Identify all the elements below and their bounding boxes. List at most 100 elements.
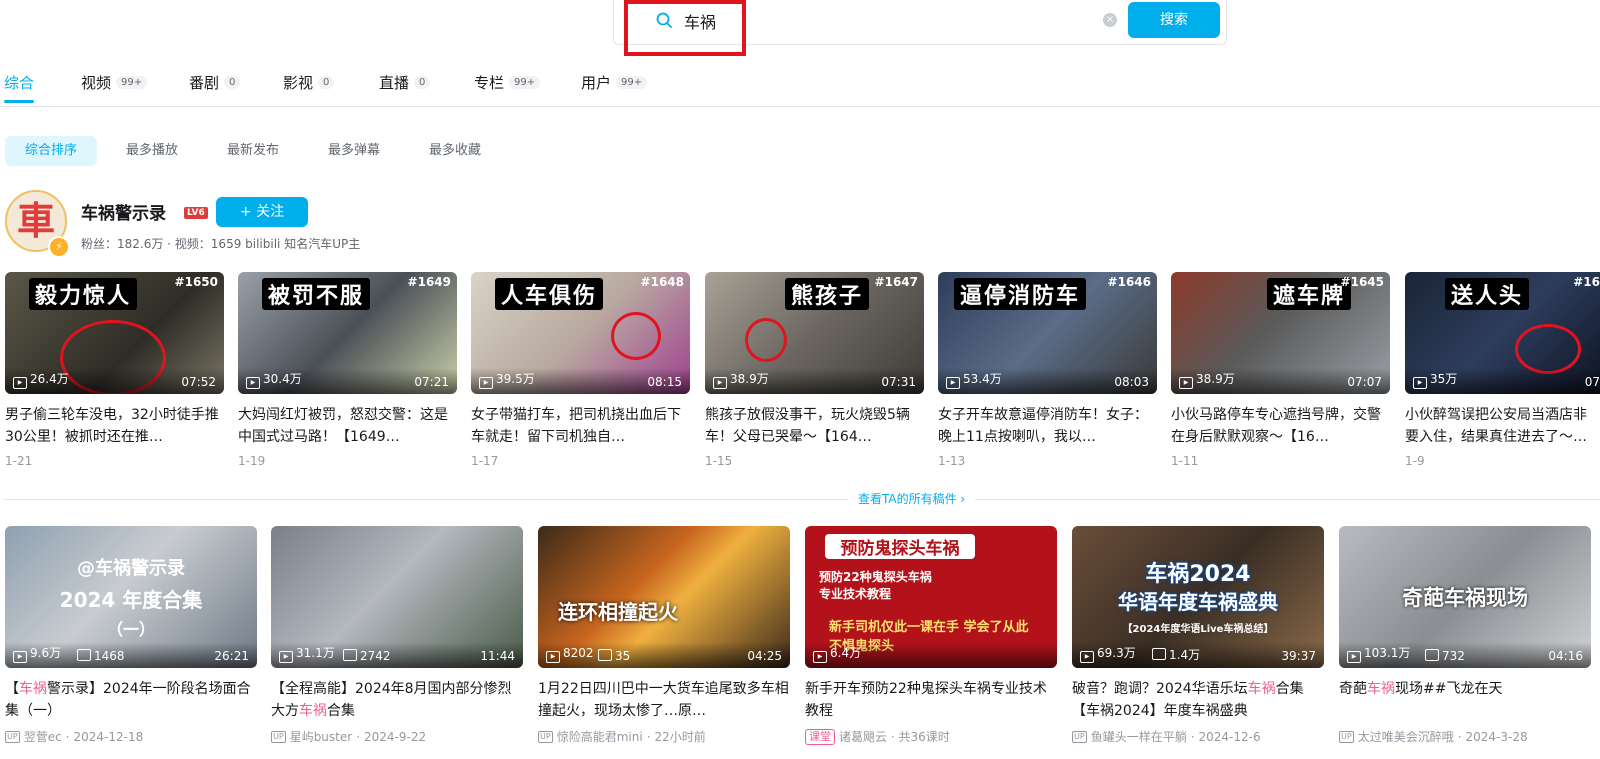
play-count: ▶ 6.4万 — [813, 644, 861, 663]
thumbnail-stats: ▶ 8202 35 04:25 — [538, 642, 790, 668]
search-button[interactable]: 搜索 — [1128, 2, 1220, 38]
annotation-circle — [745, 318, 787, 362]
thumbnail-caption: 华语年度车祸盛典 — [1118, 590, 1278, 614]
danmaku-count-value: 35 — [615, 649, 631, 663]
video-card[interactable]: 车祸2024 华语年度车祸盛典 【2024年度华语Live车祸总结】 ▶ 69.3… — [1072, 526, 1324, 745]
tab-all[interactable]: 综合 — [4, 72, 34, 93]
thumbnail-stats: ▶ 69.3万 1.4万 39:37 — [1072, 642, 1324, 668]
video-card[interactable]: 熊孩子 #1647 ▶ 38.9万 07:31 熊孩子放假没事干，玩火烧毁5辆车！… — [705, 272, 924, 468]
video-title[interactable]: 【全程高能】2024年8月国内部分惨烈大方车祸合集 — [271, 678, 523, 722]
video-card[interactable]: @车祸警示录 2024 年度合集 （一） ▶ 9.6万 1468 26:21 【车… — [5, 526, 257, 745]
author-name[interactable]: 翌菅ec — [24, 728, 62, 745]
video-thumbnail[interactable]: 毅力惊人 #1650 ▶ 26.4万 07:52 — [5, 272, 224, 394]
tab-live[interactable]: 直播 0 — [379, 72, 431, 93]
tab-movie[interactable]: 影视 0 — [283, 72, 335, 93]
tab-label: 专栏 — [474, 74, 505, 92]
video-title[interactable]: 女子开车故意逼停消防车！女子：晚上11点按喇叭，我以… — [938, 404, 1157, 448]
video-card[interactable]: 人车俱伤 #1648 ▶ 39.5万 08:15 女子带猫打车，把司机挠出血后下车… — [471, 272, 690, 468]
video-title[interactable]: 小伙马路停车专心遮挡号牌，交警在身后默默观察～【16… — [1171, 404, 1390, 448]
duration: 08:15 — [647, 375, 682, 389]
video-thumbnail[interactable]: 车祸2024 华语年度车祸盛典 【2024年度华语Live车祸总结】 ▶ 69.3… — [1072, 526, 1324, 668]
sort-newest[interactable]: 最新发布 — [207, 136, 299, 166]
video-thumbnail[interactable]: @车祸警示录 2024 年度合集 （一） ▶ 9.6万 1468 26:21 — [5, 526, 257, 668]
author-line: 课堂 诸葛飓云 · 共36课时 — [805, 728, 1057, 745]
video-card[interactable]: 被罚不服 #1649 ▶ 30.4万 07:21 大妈闯红灯被罚，怒怼交警：这是中… — [238, 272, 457, 468]
title-keyword: 车祸 — [19, 681, 47, 697]
video-card[interactable]: 毅力惊人 #1650 ▶ 26.4万 07:52 男子偷三轮车没电，32小时徒手推… — [5, 272, 224, 468]
video-title[interactable]: 熊孩子放假没事干，玩火烧毁5辆车！父母已哭晕～【164… — [705, 404, 924, 448]
author-name[interactable]: 太过唯美会沉醉哦 — [1358, 728, 1454, 745]
thumbnail-caption: （一） — [106, 620, 155, 639]
episode-number: #1647 — [874, 275, 918, 289]
video-card[interactable]: 预防鬼探头车祸 预防22种鬼探头车祸 专业技术教程 新手司机仅此一课在手 学会了… — [805, 526, 1057, 745]
danmaku-count: 2742 — [343, 649, 391, 663]
thumbnail-caption: 连环相撞起火 — [558, 600, 678, 624]
tab-article[interactable]: 专栏 99+ — [474, 72, 541, 93]
video-card[interactable]: 连环相撞起火 ▶ 8202 35 04:25 1月22日四川巴中一大货车追尾致多车… — [538, 526, 790, 745]
play-count: ▶ 30.4万 — [246, 370, 302, 389]
sort-most-danmaku[interactable]: 最多弹幕 — [308, 136, 400, 166]
episode-number: #16 — [1573, 275, 1600, 289]
tab-user[interactable]: 用户 99+ — [581, 72, 648, 93]
video-title[interactable]: 小伙醉驾误把公安局当酒店非要入住，结果真住进去了～… — [1405, 404, 1600, 448]
tab-video[interactable]: 视频 99+ — [81, 72, 148, 93]
see-all-wrapper: 查看TA的所有稿件 › — [848, 488, 976, 507]
video-card[interactable]: 奇葩车祸现场 ▶ 103.1万 732 04:16 奇葩车祸现场##飞龙在天 UP… — [1339, 526, 1591, 745]
play-count-value: 53.4万 — [963, 372, 1002, 386]
video-thumbnail[interactable]: 连环相撞起火 ▶ 8202 35 04:25 — [538, 526, 790, 668]
video-title[interactable]: 【车祸警示录】2024年一阶段名场面合集（一） — [5, 678, 257, 722]
divider — [4, 499, 1600, 500]
video-thumbnail[interactable]: 预防鬼探头车祸 预防22种鬼探头车祸 专业技术教程 新手司机仅此一课在手 学会了… — [805, 526, 1057, 668]
video-title[interactable]: 奇葩车祸现场##飞龙在天 — [1339, 678, 1591, 722]
duration: 07:31 — [881, 375, 916, 389]
video-card[interactable]: 遮车牌 #1645 ▶ 38.9万 07:07 小伙马路停车专心遮挡号牌，交警在身… — [1171, 272, 1390, 468]
tab-label: 番剧 — [189, 74, 220, 92]
video-title[interactable]: 破音？跑调？2024华语乐坛车祸合集【车祸2024】年度车祸盛典 — [1072, 678, 1324, 722]
video-thumbnail[interactable]: 被罚不服 #1649 ▶ 30.4万 07:21 — [238, 272, 457, 394]
title-keyword: 车祸 — [1247, 681, 1276, 697]
title-text: 1月22日四川巴中一大货车追尾致多车相撞起火，现场太惨了…原… — [538, 681, 789, 719]
video-thumbnail[interactable]: ▶ 31.1万 2742 11:44 — [271, 526, 523, 668]
uploader-name[interactable]: 车祸警示录 — [81, 199, 166, 224]
follow-button[interactable]: + 关注 — [216, 197, 308, 227]
sort-most-favorited[interactable]: 最多收藏 — [409, 136, 501, 166]
video-title[interactable]: 大妈闯红灯被罚，怒怼交警：这是中国式过马路！【1649… — [238, 404, 457, 448]
play-icon: ▶ — [813, 651, 827, 663]
video-title[interactable]: 男子偷三轮车没电，32小时徒手推30公里！被抓时还在推… — [5, 404, 224, 448]
episode-number: #1646 — [1107, 275, 1151, 289]
video-title[interactable]: 新手开车预防22种鬼探头车祸专业技术教程 — [805, 678, 1057, 722]
video-thumbnail[interactable]: 遮车牌 #1645 ▶ 38.9万 07:07 — [1171, 272, 1390, 394]
episode-number: #1645 — [1340, 275, 1384, 289]
video-thumbnail[interactable]: 熊孩子 #1647 ▶ 38.9万 07:31 — [705, 272, 924, 394]
play-count: ▶ 103.1万 — [1347, 644, 1410, 663]
video-card[interactable]: 逼停消防车 #1646 ▶ 53.4万 08:03 女子开车故意逼停消防车！女子：… — [938, 272, 1157, 468]
title-text: 【 — [5, 681, 19, 697]
video-thumbnail[interactable]: 送人头 #16 ▶ 35万 07 — [1405, 272, 1600, 394]
author-name[interactable]: 诸葛飓云 · 共36课时 — [839, 728, 950, 745]
video-date: 1-13 — [938, 454, 966, 468]
video-title[interactable]: 1月22日四川巴中一大货车追尾致多车相撞起火，现场太惨了…原… — [538, 678, 790, 722]
video-card[interactable]: ▶ 31.1万 2742 11:44 【全程高能】2024年8月国内部分惨烈大方车… — [271, 526, 523, 745]
tab-label: 视频 — [81, 74, 112, 92]
video-card[interactable]: 送人头 #16 ▶ 35万 07 小伙醉驾误把公安局当酒店非要入住，结果真住进去了… — [1405, 272, 1600, 468]
tab-count: 0 — [414, 76, 431, 89]
up-icon: UP — [1072, 730, 1087, 743]
active-tab-indicator — [4, 100, 34, 103]
author-name[interactable]: 鱼罐头一样在平躺 — [1091, 728, 1187, 745]
sort-comprehensive[interactable]: 综合排序 — [5, 136, 98, 166]
sort-most-played[interactable]: 最多播放 — [106, 136, 198, 166]
author-name[interactable]: 星屿buster — [290, 728, 353, 745]
thumbnail-stats: ▶ 53.4万 08:03 — [938, 368, 1157, 394]
separator: · — [646, 729, 651, 744]
danmaku-icon — [343, 649, 357, 661]
see-all-link[interactable]: 查看TA的所有稿件 › — [858, 492, 965, 506]
play-count: ▶ 31.1万 — [279, 644, 335, 663]
tab-bangumi[interactable]: 番剧 0 — [189, 72, 241, 93]
video-title[interactable]: 女子带猫打车，把司机挠出血后下车就走！留下司机独自… — [471, 404, 690, 448]
clear-icon[interactable]: × — [1103, 13, 1117, 27]
author-name[interactable]: 惊险高能君mini — [557, 728, 643, 745]
course-tag: 课堂 — [805, 728, 835, 745]
video-thumbnail[interactable]: 人车俱伤 #1648 ▶ 39.5万 08:15 — [471, 272, 690, 394]
video-thumbnail[interactable]: 奇葩车祸现场 ▶ 103.1万 732 04:16 — [1339, 526, 1591, 668]
video-thumbnail[interactable]: 逼停消防车 #1646 ▶ 53.4万 08:03 — [938, 272, 1157, 394]
